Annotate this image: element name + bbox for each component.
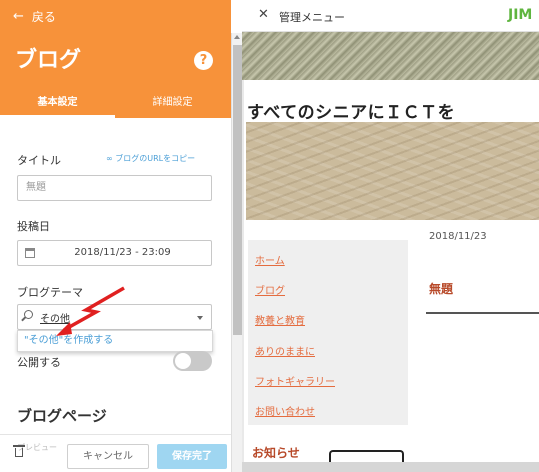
- news-title: お知らせ: [252, 446, 300, 460]
- copy-url-label: ブログのURLをコピー: [115, 154, 196, 163]
- scrollbar-thumb[interactable]: [233, 45, 242, 335]
- back-button[interactable]: ← 戻る: [13, 8, 56, 25]
- divider: [426, 312, 539, 314]
- annotation-arrow: [56, 286, 125, 336]
- post-date-label: 投稿日: [17, 220, 50, 233]
- search-icon: [24, 310, 33, 319]
- calendar-icon: [25, 248, 35, 258]
- preview-bottom-bar: [242, 462, 539, 472]
- copy-url-link[interactable]: ∞ ブログのURLをコピー: [106, 153, 195, 164]
- nav-item-gallery[interactable]: フォトギャラリー: [255, 373, 335, 388]
- nav-item-contact[interactable]: お問い合わせ: [255, 403, 315, 418]
- post-title: 無題: [429, 282, 454, 296]
- trash-icon[interactable]: [13, 445, 25, 457]
- site-title: すべてのシニアにＩＣＴを: [247, 103, 456, 123]
- admin-topbar: ✕ 管理メニュー JIM: [242, 0, 539, 32]
- link-icon: ∞: [106, 154, 113, 163]
- close-icon[interactable]: ✕: [258, 7, 269, 22]
- header-image: [242, 32, 539, 80]
- publish-label: 公開する: [17, 356, 61, 369]
- cancel-button[interactable]: キャンセル: [67, 444, 149, 469]
- banner-image: [246, 122, 539, 220]
- tab-advanced-settings[interactable]: 詳細設定: [115, 92, 230, 118]
- admin-menu-label[interactable]: 管理メニュー: [279, 9, 345, 25]
- panel-header: ← 戻る ブログ ? 基本設定 詳細設定: [0, 0, 231, 118]
- post-date-input[interactable]: 2018/11/23 - 23:09: [17, 240, 212, 266]
- back-label: 戻る: [31, 10, 56, 24]
- panel-footer: プレビュー キャンセル 保存完了: [0, 434, 231, 472]
- chevron-down-icon: [197, 316, 203, 320]
- title-label: タイトル: [17, 154, 61, 167]
- panel-title: ブログ: [15, 48, 82, 73]
- preview-page: すべてのシニアにＩＣＴを ホーム ブログ 教養と教育 ありのままに フォトギャラ…: [244, 80, 539, 472]
- scroll-up-icon: [234, 35, 240, 39]
- nav-item-home[interactable]: ホーム: [255, 252, 285, 267]
- panel-scrollbar[interactable]: [231, 33, 242, 472]
- publish-toggle[interactable]: [173, 351, 212, 371]
- post-date-value: 2018/11/23 - 23:09: [74, 247, 171, 258]
- nav-item-blog[interactable]: ブログ: [255, 282, 285, 297]
- nav-item-education[interactable]: 教養と教育: [255, 312, 305, 327]
- site-nav: ホーム ブログ 教養と教育 ありのままに フォトギャラリー お問い合わせ: [248, 240, 408, 425]
- title-input[interactable]: 無題: [17, 175, 212, 201]
- site-preview: ✕ 管理メニュー JIM すべてのシニアにＩＣＴを ホーム ブログ 教養と教育 …: [242, 0, 539, 472]
- post-date: 2018/11/23: [429, 231, 487, 242]
- tab-basic-settings[interactable]: 基本設定: [0, 92, 115, 118]
- jimdo-logo: JIM: [508, 7, 533, 23]
- toggle-knob: [175, 353, 191, 369]
- save-button[interactable]: 保存完了: [157, 444, 227, 469]
- nav-item-as-is[interactable]: ありのままに: [255, 343, 315, 358]
- blog-page-section-title: ブログページ: [17, 407, 107, 425]
- preview-label: プレビュー: [17, 443, 57, 452]
- blog-settings-panel: ← 戻る ブログ ? 基本設定 詳細設定 タイトル ∞ ブログのURLをコピー …: [0, 0, 231, 472]
- help-icon[interactable]: ?: [194, 51, 213, 70]
- back-arrow-icon: ←: [13, 9, 24, 24]
